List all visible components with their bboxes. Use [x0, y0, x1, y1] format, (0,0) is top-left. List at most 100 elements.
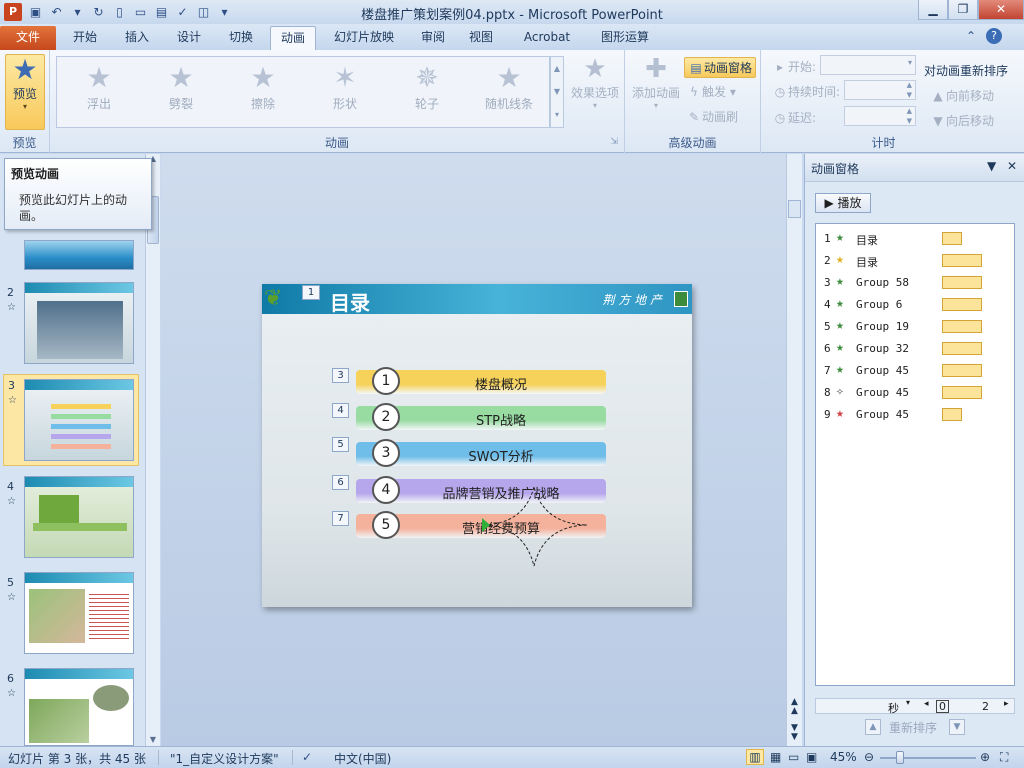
gallery-item-random-bars[interactable]: ★ 随机线条 — [475, 61, 543, 112]
new-file-icon[interactable]: ▯ — [110, 3, 129, 21]
close-icon[interactable]: ✕ — [978, 0, 1024, 20]
fit-to-window-icon[interactable]: ⛶ — [1000, 750, 1008, 765]
tab-view[interactable]: 视图 — [460, 26, 502, 50]
pane-menu-icon[interactable]: ▼ — [987, 159, 996, 173]
gallery-item-split[interactable]: ★ 劈裂 — [147, 61, 215, 112]
tab-slideshow[interactable]: 幻灯片放映 — [322, 26, 406, 50]
start-select[interactable]: ▾ — [820, 55, 916, 75]
help-icon[interactable]: ? — [986, 28, 1002, 44]
timeline-left-icon[interactable]: ◂ — [924, 699, 929, 709]
trigger-button[interactable]: ϟ 触发 ▾ — [686, 83, 736, 100]
tab-insert[interactable]: 插入 — [114, 26, 160, 50]
current-slide[interactable]: ❦ 1 目录 荆 方 地 产 3 1 楼盘概况 4 2 STP战略 5 3 SW… — [262, 284, 692, 607]
animation-list-item[interactable]: 5 ★ Group 19 — [816, 316, 1014, 338]
next-slide-icon[interactable]: ▼ ▼ — [787, 724, 802, 742]
slideshow-icon[interactable]: ▣ — [806, 750, 817, 764]
animation-list-item[interactable]: 8 ✧ Group 45 — [816, 382, 1014, 404]
timing-bar[interactable] — [942, 232, 962, 245]
timing-bar[interactable] — [942, 342, 982, 355]
slide-sorter-icon[interactable]: ▦ — [770, 750, 781, 764]
minimize-icon[interactable]: ▁ — [918, 0, 948, 20]
effect-options-button[interactable]: ★ 效果选项 ▾ — [566, 54, 624, 110]
gallery-item-fly[interactable]: ★ 浮出 — [65, 61, 133, 112]
slide-thumbnail-4[interactable]: 4 ☆ — [0, 476, 145, 566]
animation-list-item[interactable]: 4 ★ Group 6 — [816, 294, 1014, 316]
tab-review[interactable]: 审阅 — [412, 26, 454, 50]
slides-scrollbar[interactable]: ▲ ▼ — [145, 154, 160, 746]
spellcheck-icon[interactable]: ✓ — [173, 3, 192, 21]
tab-home[interactable]: 开始 — [62, 26, 108, 50]
undo-dropdown-icon[interactable]: ▾ — [68, 3, 87, 21]
timeline-right-icon[interactable]: ▸ — [1004, 699, 1009, 709]
move-later-button[interactable]: ▼ 向后移动 — [930, 112, 994, 129]
slide-thumbnail-6[interactable]: 6 ☆ — [0, 668, 145, 758]
gallery-item-wipe[interactable]: ★ 擦除 — [229, 61, 297, 112]
zoom-slider[interactable] — [880, 757, 976, 759]
collapse-ribbon-icon[interactable]: ⌃ — [966, 29, 976, 43]
spinner-icon[interactable]: ▲ ▼ — [907, 80, 912, 100]
dialog-launcher-icon[interactable]: ⇲ — [610, 137, 618, 147]
normal-view-icon[interactable]: ▥ — [746, 749, 764, 765]
timing-bar[interactable] — [942, 254, 982, 267]
gallery-more-icon[interactable]: ▾ — [551, 103, 563, 126]
tab-animations[interactable]: 动画 — [270, 26, 316, 50]
tab-design[interactable]: 设计 — [166, 26, 212, 50]
tab-shape-ops[interactable]: 图形运算 — [590, 26, 660, 50]
spinner-icon[interactable]: ▲ ▼ — [907, 106, 912, 126]
timing-bar[interactable] — [942, 364, 982, 377]
reading-view-icon[interactable]: ▭ — [788, 750, 799, 764]
zoom-out-icon[interactable]: ⊖ — [864, 750, 874, 764]
slide-thumbnail-2[interactable]: 2 ☆ — [0, 282, 145, 372]
animation-painter-button[interactable]: ✎ 动画刷 — [686, 108, 738, 125]
play-button[interactable]: ▶ 播放 — [815, 193, 871, 213]
animation-list-item[interactable]: 9 ★ Group 45 — [816, 404, 1014, 426]
animation-list-item[interactable]: 7 ★ Group 45 — [816, 360, 1014, 382]
animation-list-item[interactable]: 2 ★ 目录 — [816, 250, 1014, 272]
save-icon[interactable]: ▣ — [26, 3, 45, 21]
reorder-down-icon[interactable]: ▼ — [949, 719, 965, 735]
prev-slide-icon[interactable]: ▲ ▲ — [787, 698, 802, 716]
timeline-unit-dropdown-icon[interactable]: ▾ — [906, 698, 910, 707]
scroll-down-icon[interactable]: ▼ — [146, 735, 160, 744]
proofing-icon[interactable]: ✓ — [302, 750, 312, 764]
animation-list-item[interactable]: 6 ★ Group 32 — [816, 338, 1014, 360]
print-icon[interactable]: ▤ — [152, 3, 171, 21]
gallery-item-wheel[interactable]: ✵ 轮子 — [393, 61, 461, 112]
slide-thumbnail-3[interactable]: 3 ☆ — [3, 374, 139, 466]
slide-thumbnail-5[interactable]: 5 ☆ — [0, 572, 145, 662]
timing-bar[interactable] — [942, 320, 982, 333]
theme-name[interactable]: "1_自定义设计方案" — [170, 750, 279, 767]
move-earlier-button[interactable]: ▲ 向前移动 — [930, 87, 994, 104]
animation-list[interactable]: 1 ★ 目录 2 ★ 目录 3 ★ Group 58 4 ★ Group 6 5 ★ Group 19 6 ★ G… — [815, 223, 1015, 686]
redo-icon[interactable]: ↻ — [89, 3, 108, 21]
customize-qat-icon[interactable]: ▾ — [215, 3, 234, 21]
language[interactable]: 中文(中国) — [334, 750, 391, 767]
canvas-scrollbar[interactable]: ▲ ▲ ▼ ▼ — [786, 154, 802, 746]
preview-button[interactable]: ★ 预览 ▾ — [5, 54, 45, 130]
print-preview-icon[interactable]: ◫ — [194, 3, 213, 21]
undo-icon[interactable]: ↶ — [47, 3, 66, 21]
restore-icon[interactable]: ❐ — [948, 0, 978, 20]
powerpoint-app-icon[interactable]: P — [4, 3, 22, 21]
scroll-thumb[interactable] — [788, 200, 801, 218]
timing-bar[interactable] — [942, 298, 982, 311]
open-folder-icon[interactable]: ▭ — [131, 3, 150, 21]
gallery-item-shape[interactable]: ✶ 形状 — [311, 61, 379, 112]
animation-list-item[interactable]: 1 ★ 目录 — [816, 228, 1014, 250]
animation-list-item[interactable]: 3 ★ Group 58 — [816, 272, 1014, 294]
timing-bar[interactable] — [942, 408, 962, 421]
reorder-up-icon[interactable]: ▲ — [865, 719, 881, 735]
add-animation-button[interactable]: ✚ 添加动画 ▾ — [630, 54, 682, 110]
zoom-in-icon[interactable]: ⊕ — [980, 750, 990, 764]
animation-pane-button[interactable]: ▤ 动画窗格 — [684, 57, 757, 78]
gallery-up-icon[interactable]: ▲ — [551, 57, 563, 80]
tab-acrobat[interactable]: Acrobat — [510, 26, 584, 50]
timing-bar[interactable] — [942, 386, 982, 399]
timing-bar[interactable] — [942, 276, 982, 289]
gallery-scroll[interactable]: ▲ ▼ ▾ — [550, 56, 564, 128]
zoom-slider-thumb[interactable] — [896, 751, 904, 764]
duration-spinner[interactable]: ▲ ▼ — [844, 80, 916, 100]
motion-path[interactable] — [262, 284, 692, 607]
delay-spinner[interactable]: ▲ ▼ — [844, 106, 916, 126]
tab-file[interactable]: 文件 — [0, 26, 56, 50]
